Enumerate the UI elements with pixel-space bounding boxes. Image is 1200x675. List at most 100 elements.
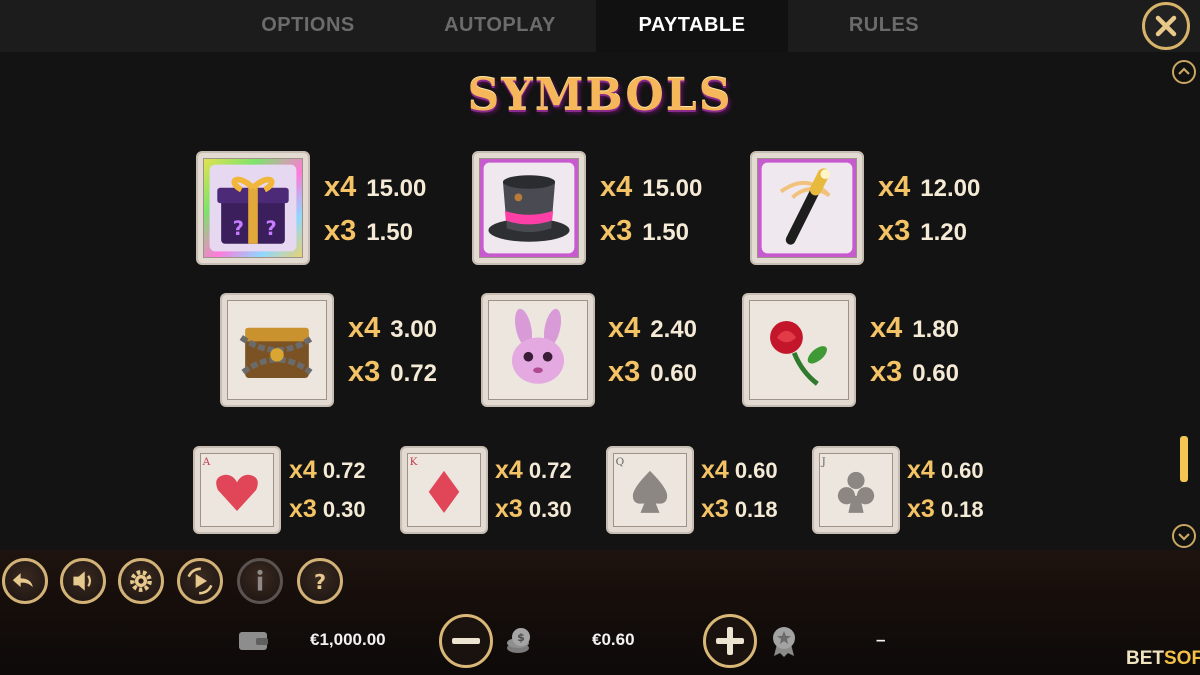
multiplier-label: x3 xyxy=(608,356,641,388)
payout-value: 0.60 xyxy=(734,458,778,483)
payout-value: 0.30 xyxy=(322,497,366,522)
help-button[interactable]: ? xyxy=(297,558,343,604)
svg-text:?: ? xyxy=(314,570,326,594)
payout-queen-spades: x4 0.60 x3 0.18 xyxy=(701,451,778,529)
payout-value: 0.72 xyxy=(528,458,572,483)
payout-value: 0.72 xyxy=(390,360,437,387)
tab-autoplay[interactable]: AUTOPLAY xyxy=(400,0,600,52)
multiplier-label: x3 xyxy=(870,356,903,388)
ace-hearts-card-icon: A xyxy=(202,456,258,511)
scrollbar-thumb[interactable] xyxy=(1180,436,1188,482)
sound-icon xyxy=(73,571,92,591)
coins-icon: $ xyxy=(507,628,530,653)
payout-value: 1.50 xyxy=(366,219,413,246)
symbol-king-diamonds: K xyxy=(400,446,488,534)
payout-value: 15.00 xyxy=(642,175,703,202)
wallet-icon xyxy=(239,632,268,650)
payout-value: 0.18 xyxy=(940,497,984,522)
symbol-top-hat xyxy=(472,151,586,265)
paytable-panel: SYMBOLS ? ? x4 15.00 x3 1.50 x4 15.00 x3… xyxy=(0,52,1200,550)
multiplier-label: x3 xyxy=(600,215,633,247)
payout-value: 2.40 xyxy=(650,316,697,343)
payout-value: 3.00 xyxy=(390,316,437,343)
card-corner-label: K xyxy=(410,456,418,468)
win-award-icon xyxy=(773,627,795,657)
payout-value: 1.20 xyxy=(920,219,967,246)
multiplier-label: x4 xyxy=(878,171,911,203)
help-icon: ? xyxy=(314,570,326,594)
jack-clubs-card-icon: J xyxy=(821,456,875,513)
payout-bunny: x4 2.40 x3 0.60 xyxy=(608,307,697,395)
king-diamonds-card-icon: K xyxy=(410,456,460,513)
sound-button[interactable] xyxy=(60,558,106,604)
multiplier-label: x4 xyxy=(600,171,633,203)
tab-options[interactable]: OPTIONS xyxy=(208,0,408,52)
multiplier-label: x3 xyxy=(701,495,729,523)
bet-value: €0.60 xyxy=(592,630,635,649)
scroll-down-button[interactable] xyxy=(1172,524,1196,548)
svg-text:$: $ xyxy=(517,631,525,644)
rose-icon xyxy=(770,321,827,386)
tab-rules[interactable]: RULES xyxy=(784,0,984,52)
multiplier-label: x4 xyxy=(608,312,641,344)
multiplier-label: x4 xyxy=(324,171,357,203)
payout-king-diamonds: x4 0.72 x3 0.30 xyxy=(495,451,572,529)
logo-text-soft: SOFT xyxy=(1164,648,1200,669)
chevron-down-icon xyxy=(1178,533,1190,541)
settings-button[interactable] xyxy=(118,558,164,604)
payout-top-hat: x4 15.00 x3 1.50 xyxy=(600,166,702,254)
chained-chest-icon xyxy=(239,327,315,378)
minus-icon xyxy=(452,638,480,644)
payout-jack-clubs: x4 0.60 x3 0.18 xyxy=(907,451,984,529)
info-button[interactable] xyxy=(237,558,283,604)
increase-bet-button[interactable] xyxy=(703,614,757,668)
chevron-up-icon xyxy=(1178,67,1190,75)
scroll-up-button[interactable] xyxy=(1172,60,1196,84)
settings-icon xyxy=(130,570,152,592)
tab-paytable[interactable]: PAYTABLE xyxy=(596,0,788,52)
bunny-icon xyxy=(511,308,565,384)
multiplier-label: x3 xyxy=(348,356,381,388)
payout-value: 0.60 xyxy=(650,360,697,387)
back-button[interactable] xyxy=(2,558,48,604)
multiplier-label: x4 xyxy=(701,456,729,484)
balance-value: €1,000.00 xyxy=(310,630,386,649)
svg-text:?: ? xyxy=(266,217,277,240)
payout-value: 1.80 xyxy=(912,316,959,343)
symbol-jack-clubs: J xyxy=(812,446,900,534)
autoplay-button[interactable] xyxy=(177,558,223,604)
magic-wand-icon xyxy=(761,162,853,254)
payout-value: 0.60 xyxy=(912,360,959,387)
payout-value: 0.60 xyxy=(940,458,984,483)
card-corner-label: A xyxy=(202,456,211,468)
symbol-queen-spades: Q xyxy=(606,446,694,534)
card-corner-label: Q xyxy=(616,456,625,468)
multiplier-label: x4 xyxy=(907,456,935,484)
back-icon xyxy=(12,573,33,588)
multiplier-label: x4 xyxy=(289,456,317,484)
symbol-ace-hearts: A xyxy=(193,446,281,534)
symbol-rose xyxy=(742,293,856,407)
top-hat-icon xyxy=(483,162,575,254)
mystery-gift-icon: ? ? xyxy=(209,164,297,252)
multiplier-label: x3 xyxy=(495,495,523,523)
tab-bar: OPTIONS AUTOPLAY PAYTABLE RULES xyxy=(0,0,1200,52)
card-corner-label: J xyxy=(821,456,826,468)
payout-chained-chest: x4 3.00 x3 0.72 xyxy=(348,307,437,395)
payout-value: 0.72 xyxy=(322,458,366,483)
multiplier-label: x4 xyxy=(348,312,381,344)
payout-value: 15.00 xyxy=(366,175,427,202)
close-icon xyxy=(1155,15,1177,37)
decrease-bet-button[interactable] xyxy=(439,614,493,668)
info-icon xyxy=(257,569,263,591)
plus-icon xyxy=(716,627,744,655)
payout-value: 12.00 xyxy=(920,175,981,202)
multiplier-label: x3 xyxy=(324,215,357,247)
multiplier-label: x3 xyxy=(289,495,317,523)
payout-ace-hearts: x4 0.72 x3 0.30 xyxy=(289,451,366,529)
symbol-bunny xyxy=(481,293,595,407)
payout-value: 1.50 xyxy=(642,219,689,246)
payout-rose: x4 1.80 x3 0.60 xyxy=(870,307,959,395)
close-button[interactable] xyxy=(1142,2,1190,50)
symbol-mystery-gift: ? ? xyxy=(196,151,310,265)
